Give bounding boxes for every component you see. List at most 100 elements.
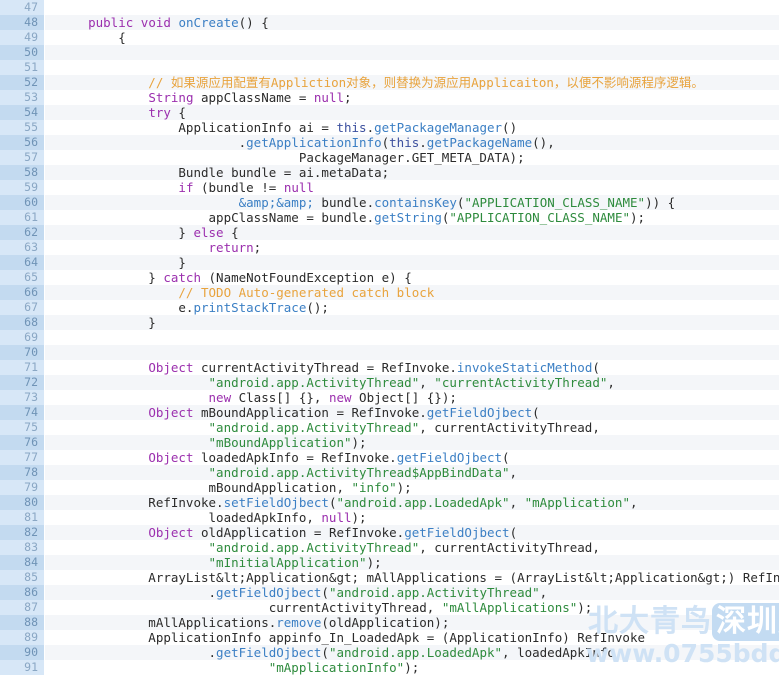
code-token: String: [148, 90, 194, 105]
code-token: "android.app.LoadedApk": [328, 645, 503, 660]
code-line-text[interactable]: ApplicationInfo ai = this.getPackageMana…: [44, 120, 779, 135]
code-token: "android.app.ActivityThread": [208, 540, 420, 555]
code-line-text[interactable]: Object currentActivityThread = RefInvoke…: [44, 360, 779, 375]
code-line-text[interactable]: "android.app.ActivityThread", currentAct…: [44, 540, 779, 555]
code-line-text[interactable]: mBoundApplication, "info");: [44, 480, 779, 495]
code-line-row: 77 Object loadedApkInfo = RefInvoke.getF…: [0, 450, 779, 465]
code-listing-body: 47 48 public void onCreate() {49 {50 51 …: [0, 0, 779, 675]
code-token: ;: [253, 240, 262, 255]
code-line-text[interactable]: return;: [44, 240, 779, 255]
code-line-text[interactable]: [44, 0, 779, 15]
code-token: else: [193, 225, 224, 240]
code-line-text[interactable]: Object loadedApkInfo = RefInvoke.getFiel…: [44, 450, 779, 465]
code-line-text[interactable]: try {: [44, 105, 779, 120]
line-number: 87: [0, 600, 45, 615]
code-line-text[interactable]: mAllApplications.remove(oldApplication);: [44, 615, 779, 630]
code-line-text[interactable]: RefInvoke.setFieldOjbect("android.app.Lo…: [44, 495, 779, 510]
code-line-text[interactable]: "mApplicationInfo");: [44, 660, 779, 675]
code-line-text[interactable]: ApplicationInfo appinfo_In_LoadedApk = (…: [44, 630, 779, 645]
code-line-text[interactable]: .getFieldOjbect("android.app.ActivityThr…: [44, 585, 779, 600]
code-line-text[interactable]: // 如果源应用配置有Appliction对象，则替换为源应用Applicait…: [44, 75, 779, 90]
code-line-text[interactable]: loadedApkInfo, null);: [44, 510, 779, 525]
code-line-text[interactable]: }: [44, 315, 779, 330]
code-line-text[interactable]: } catch (NameNotFoundException e) {: [44, 270, 779, 285]
code-line-text[interactable]: "android.app.ActivityThread", currentAct…: [44, 420, 779, 435]
code-line-text[interactable]: }: [44, 255, 779, 270]
code-token: ,: [539, 585, 548, 600]
code-line-text[interactable]: [44, 60, 779, 75]
code-line-text[interactable]: [44, 45, 779, 60]
code-token: (),: [532, 135, 555, 150]
line-number: 52: [0, 75, 45, 90]
code-token: ArrayList&lt;Application&gt; mAllApplica…: [58, 570, 779, 585]
code-line-row: 56 .getApplicationInfo(this.getPackageNa…: [0, 135, 779, 150]
code-line-text[interactable]: PackageManager.GET_META_DATA);: [44, 150, 779, 165]
code-line-text[interactable]: Object mBoundApplication = RefInvoke.get…: [44, 405, 779, 420]
code-token: {: [58, 30, 126, 45]
code-line-text[interactable]: .getFieldOjbect("android.app.LoadedApk",…: [44, 645, 779, 660]
code-line-text[interactable]: [44, 345, 779, 360]
code-line-text[interactable]: if (bundle != null: [44, 180, 779, 195]
line-number: 58: [0, 165, 45, 180]
code-token: new: [208, 390, 232, 405]
line-number: 64: [0, 255, 45, 270]
code-line-text[interactable]: } else {: [44, 225, 779, 240]
code-token: "APPLICATION_CLASS_NAME": [449, 210, 630, 225]
code-line-text[interactable]: &amp;&amp; bundle.containsKey("APPLICATI…: [44, 195, 779, 210]
code-line-text[interactable]: String appClassName = null;: [44, 90, 779, 105]
code-line-text[interactable]: e.printStackTrace();: [44, 300, 779, 315]
code-token: }: [58, 225, 194, 240]
code-token: loadedApkInfo,: [58, 510, 322, 525]
code-token: (): [502, 120, 518, 135]
code-token: (: [532, 405, 540, 420]
code-line-row: 72 "android.app.ActivityThread", "curren…: [0, 375, 779, 390]
code-line-text[interactable]: // TODO Auto-generated catch block: [44, 285, 779, 300]
code-token: "mInitialApplication": [208, 555, 367, 570]
code-line-row: 48 public void onCreate() {: [0, 15, 779, 30]
code-line-text[interactable]: public void onCreate() {: [44, 15, 779, 30]
code-token: public: [88, 15, 134, 30]
code-line-text[interactable]: "mInitialApplication");: [44, 555, 779, 570]
code-line-text[interactable]: "mBoundApplication");: [44, 435, 779, 450]
code-token: );: [577, 600, 593, 615]
code-line-text[interactable]: "android.app.ActivityThread", "currentAc…: [44, 375, 779, 390]
code-token: "android.app.LoadedApk": [336, 495, 510, 510]
line-number: 57: [0, 150, 45, 165]
code-line-row: 87 currentActivityThread, "mAllApplicati…: [0, 600, 779, 615]
code-line-text[interactable]: .getApplicationInfo(this.getPackageName(…: [44, 135, 779, 150]
code-line-text[interactable]: currentActivityThread, "mAllApplications…: [44, 600, 779, 615]
line-number: 76: [0, 435, 45, 450]
code-line-row: 69: [0, 330, 779, 345]
code-token: ;: [344, 90, 352, 105]
line-number: 91: [0, 660, 45, 675]
code-line-text[interactable]: Object oldApplication = RefInvoke.getFie…: [44, 525, 779, 540]
code-token: null: [321, 510, 352, 525]
code-line-text[interactable]: appClassName = bundle.getString("APPLICA…: [44, 210, 779, 225]
code-line-text[interactable]: {: [44, 30, 779, 45]
code-token: try: [148, 105, 171, 120]
code-line-text[interactable]: ArrayList&lt;Application&gt; mAllApplica…: [44, 570, 779, 585]
code-token: "android.app.ActivityThread": [208, 420, 420, 435]
code-viewer[interactable]: 47 48 public void onCreate() {49 {50 51 …: [0, 0, 779, 676]
code-line-text[interactable]: [44, 330, 779, 345]
code-token: RefInvoke.: [58, 495, 224, 510]
code-token: ,: [419, 375, 435, 390]
code-token: "info": [351, 480, 397, 495]
code-line-text[interactable]: new Class[] {}, new Object[] {});: [44, 390, 779, 405]
line-number: 49: [0, 30, 45, 45]
code-token: =: [321, 120, 329, 135]
code-line-text[interactable]: Bundle bundle = ai.metaData;: [44, 165, 779, 180]
code-token: )) {: [645, 195, 676, 210]
code-token: getString: [374, 210, 442, 225]
code-line-row: 74 Object mBoundApplication = RefInvoke.…: [0, 405, 779, 420]
code-token: // 如果源应用配置有Appliction对象，则替换为源应用Applicait…: [58, 75, 704, 90]
code-token: );: [404, 660, 420, 675]
code-line-text[interactable]: "android.app.ActivityThread$AppBindData"…: [44, 465, 779, 480]
code-token: (: [509, 525, 518, 540]
